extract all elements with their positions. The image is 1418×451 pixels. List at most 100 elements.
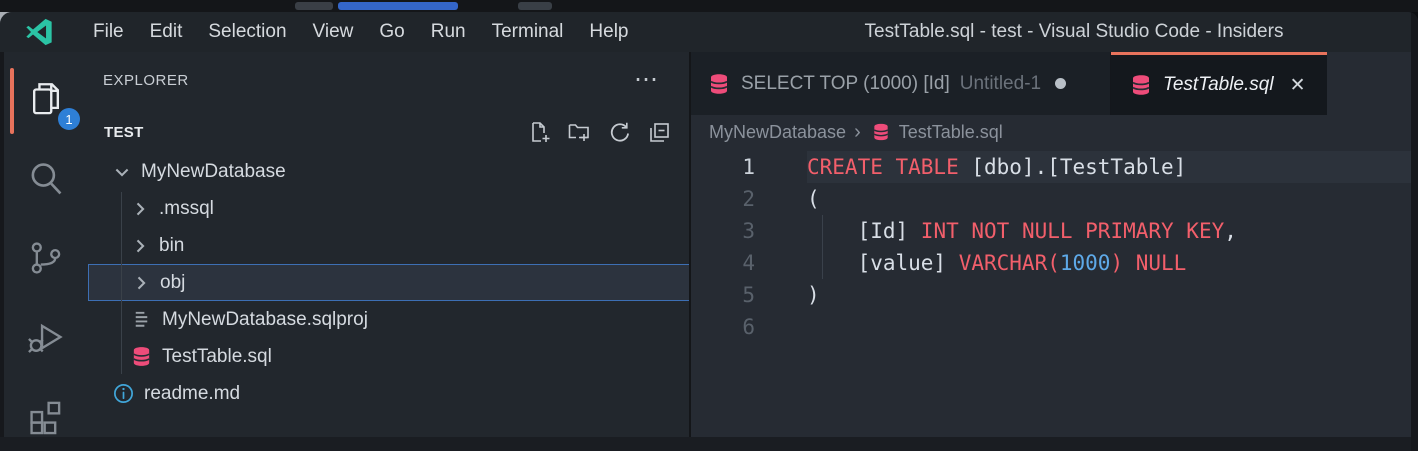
breadcrumb-separator-icon: › — [854, 121, 861, 144]
tab-title: SELECT TOP (1000) [Id] — [741, 73, 950, 95]
refresh-icon — [607, 120, 631, 144]
line-number: 3 — [691, 215, 771, 247]
tree-item-label: MyNewDatabase.sqlproj — [162, 309, 368, 331]
workbench: 1 EXPLORER ⋯ TEST MyNewDatabase .mssql bin… — [0, 52, 1418, 437]
menubar: FileEditSelectionViewGoRunTerminalHelp — [80, 12, 642, 52]
tree-indent-guide — [121, 192, 122, 374]
menu-item-help[interactable]: Help — [576, 12, 641, 52]
menu-item-file[interactable]: File — [80, 12, 137, 52]
code-line-5[interactable]: 5) — [691, 279, 1418, 311]
menu-item-view[interactable]: View — [300, 12, 367, 52]
screenshot-frame: FileEditSelectionViewGoRunTerminalHelp T… — [0, 0, 1418, 451]
tree-item-obj[interactable]: obj — [88, 264, 690, 301]
editor-group: SELECT TOP (1000) [Id] Untitled-1 TestTabl… — [691, 52, 1418, 437]
code-line-text: ) — [807, 279, 820, 311]
sidebar-title: EXPLORER — [103, 72, 189, 89]
unsaved-changes-dot — [1055, 78, 1066, 89]
database-icon — [871, 122, 891, 142]
tree-item-label: obj — [160, 272, 185, 294]
editor-tab-testtable-sql[interactable]: TestTable.sql✕ — [1111, 52, 1327, 115]
tree-item-mynewdatabase-sqlproj[interactable]: MyNewDatabase.sqlproj — [88, 301, 690, 338]
tree-item-mssql[interactable]: .mssql — [88, 190, 690, 227]
tree-item-mynewdatabase[interactable]: MyNewDatabase — [88, 153, 690, 190]
new-folder-button[interactable] — [564, 117, 594, 147]
activity-bar: 1 — [4, 52, 88, 437]
code-token: ) NULL — [1110, 251, 1186, 275]
code-token: , — [1224, 219, 1237, 243]
tree-item-testtable-sql[interactable]: TestTable.sql — [88, 338, 690, 375]
close-tab-icon[interactable]: ✕ — [1290, 76, 1306, 95]
tree-item-label: TestTable.sql — [162, 346, 272, 368]
vscode-window: FileEditSelectionViewGoRunTerminalHelp T… — [0, 12, 1418, 451]
workspace-section-header[interactable]: TEST — [88, 114, 690, 150]
code-token: [dbo].[TestTable] — [959, 155, 1187, 179]
extensions-icon — [25, 395, 67, 437]
tree-item-label: readme.md — [144, 383, 240, 405]
activity-bar-explorer[interactable]: 1 — [4, 72, 88, 128]
code-line-text: CREATE TABLE [dbo].[TestTable] — [807, 151, 1418, 183]
tree-item-label: bin — [159, 235, 184, 257]
workspace-name: TEST — [104, 124, 144, 141]
breadcrumb: MyNewDatabase › TestTable.sql — [691, 115, 1418, 149]
breadcrumb-folder[interactable]: MyNewDatabase — [709, 122, 846, 143]
source-control-icon — [25, 237, 67, 279]
code-editor[interactable]: 1CREATE TABLE [dbo].[TestTable]2(3 [Id] … — [691, 151, 1418, 437]
background-window-fragment — [338, 2, 458, 10]
chevron-down-icon — [112, 161, 134, 183]
indent-guide — [822, 247, 823, 279]
window-bottom-edge — [0, 437, 1418, 451]
tree-item-label: MyNewDatabase — [141, 161, 286, 183]
line-number: 5 — [691, 279, 771, 311]
tree-item-readme-md[interactable]: readme.md — [88, 375, 690, 412]
sidebar-header: EXPLORER ⋯ — [88, 62, 690, 98]
code-token: ) — [807, 283, 820, 307]
menu-item-go[interactable]: Go — [366, 12, 417, 52]
menu-item-selection[interactable]: Selection — [195, 12, 299, 52]
explorer-badge: 1 — [58, 108, 80, 130]
activity-bar-extensions[interactable] — [4, 388, 88, 444]
background-window-fragment — [295, 2, 333, 10]
titlebar: FileEditSelectionViewGoRunTerminalHelp T… — [0, 12, 1418, 52]
search-icon — [25, 158, 67, 200]
code-line-6[interactable]: 6 — [691, 311, 1418, 343]
code-line-2[interactable]: 2( — [691, 183, 1418, 215]
refresh-button[interactable] — [604, 117, 634, 147]
code-line-text: [Id] INT NOT NULL PRIMARY KEY, — [807, 215, 1237, 247]
tree-item-bin[interactable]: bin — [88, 227, 690, 264]
chevron-right-icon — [131, 272, 153, 294]
activity-bar-source-control[interactable] — [4, 230, 88, 286]
activity-bar-run-debug[interactable] — [4, 309, 88, 365]
editor-tab-select-top-1000-id[interactable]: SELECT TOP (1000) [Id] Untitled-1 — [691, 52, 1111, 115]
code-line-3[interactable]: 3 [Id] INT NOT NULL PRIMARY KEY, — [691, 215, 1418, 247]
new-file-button[interactable] — [524, 117, 554, 147]
code-token: [value] — [807, 251, 946, 275]
menu-item-run[interactable]: Run — [418, 12, 479, 52]
activity-bar-search[interactable] — [4, 151, 88, 207]
new-file-icon — [527, 120, 551, 144]
code-line-text: ( — [807, 183, 820, 215]
chevron-right-icon — [130, 198, 152, 220]
line-number: 2 — [691, 183, 771, 215]
explorer-sidebar: EXPLORER ⋯ TEST MyNewDatabase .mssql bin ob… — [88, 52, 690, 437]
tab-description: Untitled-1 — [960, 73, 1041, 95]
code-line-1[interactable]: 1 CREATE TABLE [dbo].[TestTable] — [691, 151, 1418, 183]
file-tree: MyNewDatabase .mssql bin obj MyNewDatabase.s… — [88, 153, 690, 412]
collapse-all-button[interactable] — [644, 117, 674, 147]
tree-item-label: .mssql — [159, 198, 214, 220]
new-folder-icon — [567, 120, 591, 144]
background-window-fragment — [518, 2, 552, 10]
vscode-insiders-logo-icon — [24, 17, 54, 47]
menu-item-terminal[interactable]: Terminal — [479, 12, 577, 52]
run-debug-icon — [25, 316, 67, 358]
sidebar-more-actions-button[interactable]: ⋯ — [634, 62, 658, 98]
code-token: CREATE TABLE — [807, 155, 959, 179]
editor-tabs: SELECT TOP (1000) [Id] Untitled-1 TestTabl… — [691, 52, 1418, 115]
line-number: 1 — [691, 151, 771, 183]
code-token: ( — [807, 187, 820, 211]
line-number: 6 — [691, 311, 771, 343]
menu-item-edit[interactable]: Edit — [137, 12, 196, 52]
code-line-4[interactable]: 4 [value] VARCHAR(1000) NULL — [691, 247, 1418, 279]
background-window-sliver — [0, 0, 1418, 12]
breadcrumb-file[interactable]: TestTable.sql — [899, 122, 1003, 143]
indent-guide — [822, 215, 823, 247]
